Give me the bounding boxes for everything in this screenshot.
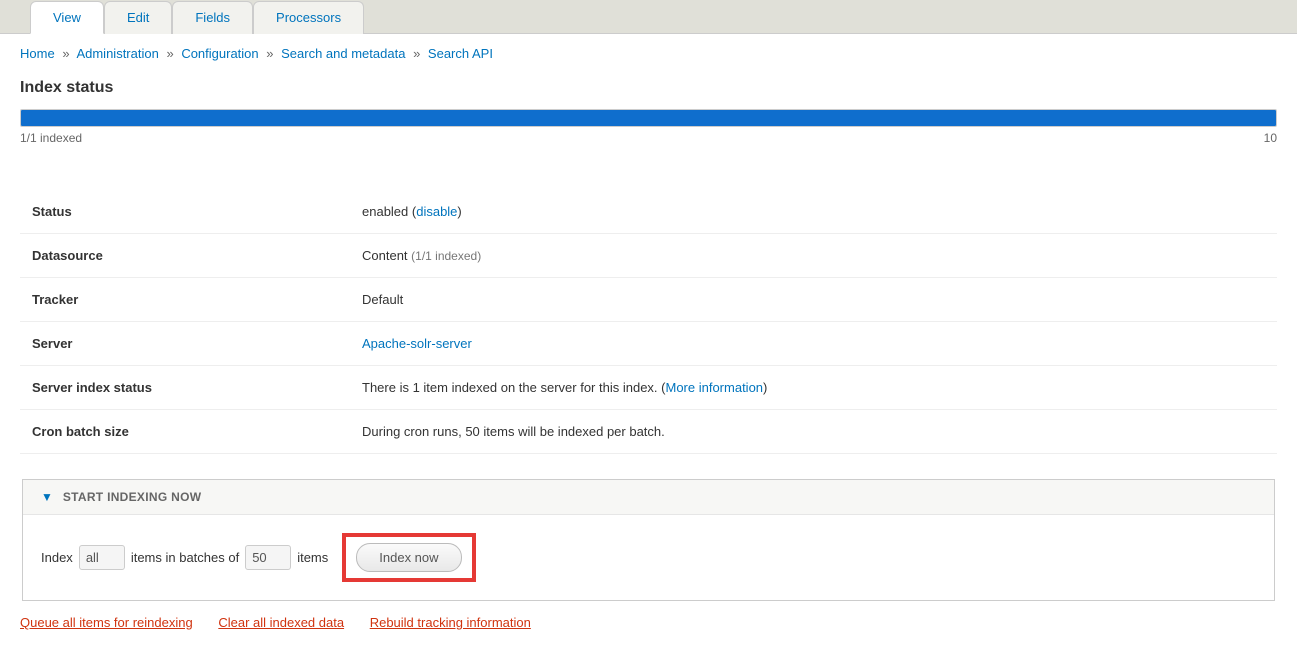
row-value-server-index-status: There is 1 item indexed on the server fo… (350, 366, 1277, 410)
row-value-server: Apache-solr-server (350, 322, 1277, 366)
progress-right-text: 10 (1264, 131, 1277, 145)
fieldset-legend[interactable]: ▼ START INDEXING NOW (23, 480, 1274, 515)
breadcrumb-configuration[interactable]: Configuration (181, 46, 258, 61)
index-count-input[interactable] (79, 545, 125, 570)
bottom-links: Queue all items for reindexing Clear all… (20, 615, 1277, 630)
tab-view[interactable]: View (30, 1, 104, 34)
clear-all-link[interactable]: Clear all indexed data (218, 615, 344, 630)
tab-processors[interactable]: Processors (253, 1, 364, 34)
table-row: Server index status There is 1 item inde… (20, 366, 1277, 410)
datasource-muted: (1/1 indexed) (411, 249, 481, 263)
row-value-cron-batch: During cron runs, 50 items will be index… (350, 410, 1277, 454)
breadcrumb-search-api[interactable]: Search API (428, 46, 493, 61)
index-status-table: Status enabled (disable) Datasource Cont… (20, 190, 1277, 454)
table-row: Status enabled (disable) (20, 190, 1277, 234)
breadcrumb-sep: » (62, 46, 69, 61)
row-value-status: enabled (disable) (350, 190, 1277, 234)
row-label-tracker: Tracker (20, 278, 350, 322)
row-label-datasource: Datasource (20, 234, 350, 278)
index-text-2: items in batches of (131, 550, 239, 565)
status-prefix: enabled ( (362, 204, 416, 219)
progress-bar (20, 109, 1277, 127)
page-title: Index status (20, 79, 1277, 97)
legend-text: START INDEXING NOW (63, 490, 202, 504)
index-text-1: Index (41, 550, 73, 565)
breadcrumb-search-and-metadata[interactable]: Search and metadata (281, 46, 405, 61)
index-now-button[interactable]: Index now (356, 543, 461, 572)
status-suffix: ) (457, 204, 461, 219)
row-value-datasource: Content (1/1 indexed) (350, 234, 1277, 278)
queue-all-link[interactable]: Queue all items for reindexing (20, 615, 193, 630)
sis-suffix: ) (763, 380, 767, 395)
table-row: Cron batch size During cron runs, 50 ite… (20, 410, 1277, 454)
table-row: Datasource Content (1/1 indexed) (20, 234, 1277, 278)
row-label-server-index-status: Server index status (20, 366, 350, 410)
server-link[interactable]: Apache-solr-server (362, 336, 472, 351)
rebuild-tracking-link[interactable]: Rebuild tracking information (370, 615, 531, 630)
progress-meta: 1/1 indexed 10 (20, 131, 1277, 145)
datasource-value: Content (362, 248, 411, 263)
table-row: Tracker Default (20, 278, 1277, 322)
progress-left-text: 1/1 indexed (20, 131, 82, 145)
row-label-server: Server (20, 322, 350, 366)
row-value-tracker: Default (350, 278, 1277, 322)
more-information-link[interactable]: More information (665, 380, 763, 395)
collapse-arrow-icon: ▼ (41, 490, 53, 504)
row-label-cron-batch: Cron batch size (20, 410, 350, 454)
progress-bar-fill (21, 110, 1276, 126)
batch-size-input[interactable] (245, 545, 291, 570)
highlight-box: Index now (342, 533, 475, 582)
breadcrumb-home[interactable]: Home (20, 46, 55, 61)
row-label-status: Status (20, 190, 350, 234)
breadcrumb-sep: » (166, 46, 173, 61)
index-text-3: items (297, 550, 328, 565)
sis-prefix: There is 1 item indexed on the server fo… (362, 380, 665, 395)
breadcrumb-sep: » (413, 46, 420, 61)
disable-link[interactable]: disable (416, 204, 457, 219)
breadcrumb-administration[interactable]: Administration (76, 46, 158, 61)
tab-edit[interactable]: Edit (104, 1, 172, 34)
start-indexing-fieldset: ▼ START INDEXING NOW Index items in batc… (22, 479, 1275, 601)
breadcrumb: Home » Administration » Configuration » … (20, 46, 1277, 61)
tab-fields[interactable]: Fields (172, 1, 253, 34)
breadcrumb-sep: » (266, 46, 273, 61)
table-row: Server Apache-solr-server (20, 322, 1277, 366)
tab-bar: View Edit Fields Processors (0, 0, 1297, 34)
